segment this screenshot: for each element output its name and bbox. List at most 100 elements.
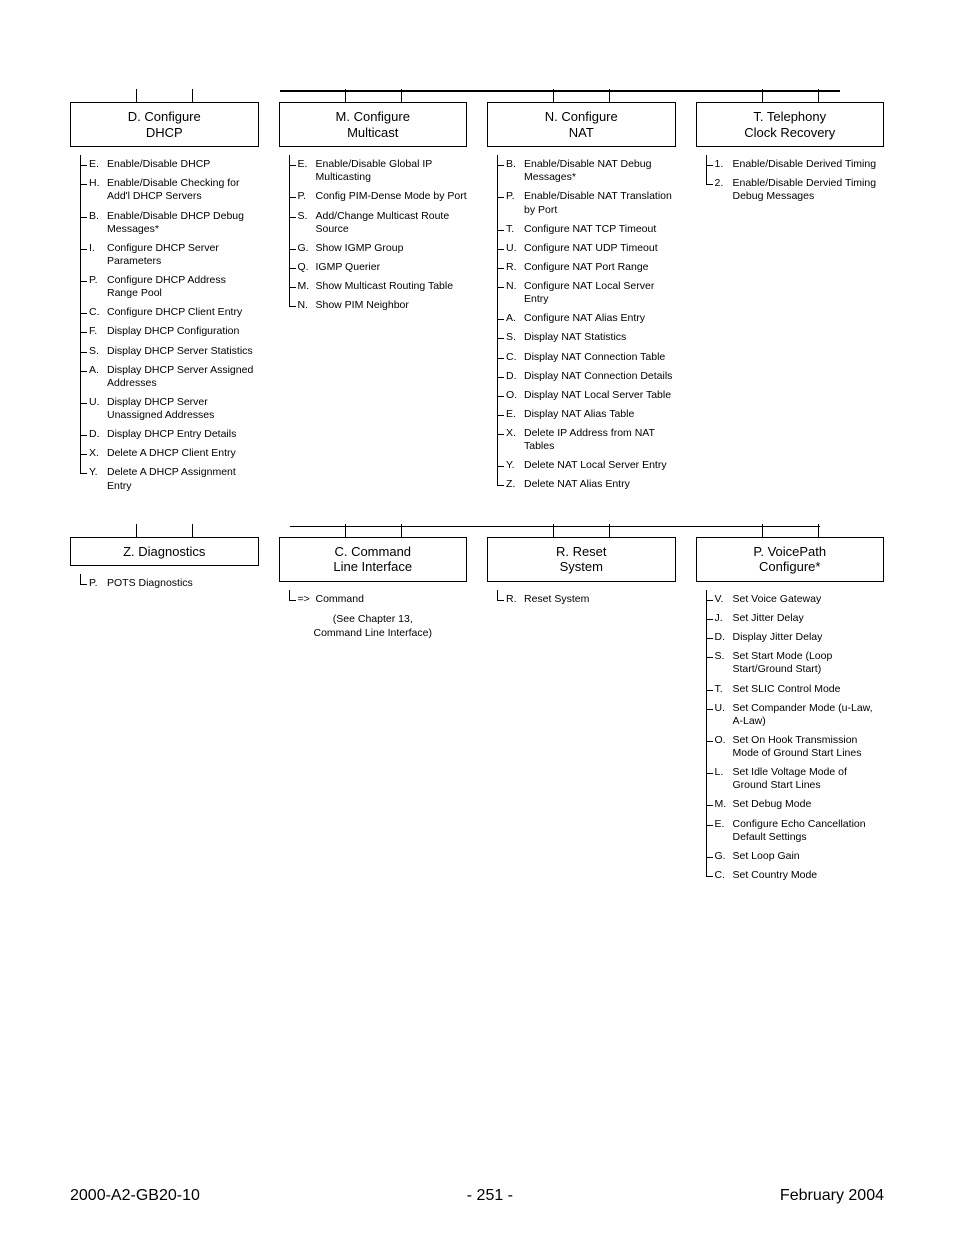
- menu-item-text: Display DHCP Configuration: [107, 325, 259, 338]
- menu-column: P. VoicePathConfigure* V.Set Voice Gatewa…: [696, 537, 885, 885]
- menu-item: V.Set Voice Gateway: [707, 590, 885, 609]
- menu-item: D.Display DHCP Entry Details: [81, 425, 259, 444]
- menu-item-key: N.: [506, 280, 520, 306]
- menu-column: T. TelephonyClock Recovery1.Enable/Disab…: [696, 102, 885, 207]
- menu-item-key: G.: [298, 242, 312, 255]
- menu-item: P.Enable/Disable NAT Translation by Port: [498, 187, 676, 219]
- menu-item: P.Config PIM-Dense Mode by Port: [290, 187, 468, 206]
- menu-item-text: Delete NAT Local Server Entry: [524, 459, 676, 472]
- menu-header: T. TelephonyClock Recovery: [696, 102, 885, 147]
- menu-item-key: X.: [506, 427, 520, 453]
- menu-items: B.Enable/Disable NAT Debug Messages*P.En…: [497, 155, 676, 494]
- menu-item-key: A.: [89, 364, 103, 390]
- menu-item: O.Set On Hook Transmission Mode of Groun…: [707, 731, 885, 763]
- menu-item-text: Configure DHCP Client Entry: [107, 306, 259, 319]
- menu-item: G. Show IGMP Group: [290, 239, 468, 258]
- menu-item: J.Set Jitter Delay: [707, 609, 885, 628]
- menu-item-key: E.: [89, 158, 103, 171]
- menu-item-key: P.: [298, 190, 312, 203]
- menu-item: C.Display NAT Connection Table: [498, 348, 676, 367]
- page-footer: 2000-A2-GB20-10 - 251 - February 2004: [70, 1187, 884, 1205]
- menu-item: A.Configure NAT Alias Entry: [498, 309, 676, 328]
- mid-rule: [290, 526, 820, 527]
- menu-item-text: Display DHCP Server Assigned Addresses: [107, 364, 259, 390]
- menu-item-key: S.: [715, 650, 729, 676]
- menu-note: (See Chapter 13,Command Line Interface): [279, 613, 468, 640]
- menu-item-text: Enable/Disable Derived Timing: [733, 158, 885, 171]
- menu-item-key: Z.: [506, 478, 520, 491]
- menu-item-key: D.: [89, 428, 103, 441]
- menu-item: E.Configure Echo Cancellation Default Se…: [707, 815, 885, 847]
- menu-column: M. ConfigureMulticastE.Enable/Disable Gl…: [279, 102, 468, 315]
- menu-item-text: Display Jitter Delay: [733, 631, 885, 644]
- menu-item-key: R.: [506, 593, 520, 606]
- menu-item-key: U.: [715, 702, 729, 728]
- menu-item: M.Set Debug Mode: [707, 795, 885, 814]
- menu-item: Z.Delete NAT Alias Entry: [498, 475, 676, 494]
- menu-item-key: P.: [89, 274, 103, 300]
- menu-item-text: Enable/Disable NAT Translation by Port: [524, 190, 676, 216]
- menu-item: Q.IGMP Querier: [290, 258, 468, 277]
- menu-item: R.Reset System: [498, 590, 676, 609]
- menu-header: M. ConfigureMulticast: [279, 102, 468, 147]
- menu-item-text: Delete IP Address from NAT Tables: [524, 427, 676, 453]
- menu-item: S.Display DHCP Server Statistics: [81, 342, 259, 361]
- menu-item-text: Set On Hook Transmission Mode of Ground …: [733, 734, 885, 760]
- menu-item-text: Configure NAT UDP Timeout: [524, 242, 676, 255]
- menu-item-key: P.: [506, 190, 520, 216]
- menu-item-key: J.: [715, 612, 729, 625]
- menu-item-text: Set Country Mode: [733, 869, 885, 882]
- menu-item-key: P.: [89, 577, 103, 590]
- menu-item: B.Enable/Disable DHCP Debug Messages*: [81, 207, 259, 239]
- menu-item: H.Enable/Disable Checking for Add'l DHCP…: [81, 174, 259, 206]
- menu-item-key: E.: [506, 408, 520, 421]
- menu-item-key: X.: [89, 447, 103, 460]
- menu-item: P.Configure DHCP Address Range Pool: [81, 271, 259, 303]
- menu-item: N.Show PIM Neighbor: [290, 296, 468, 315]
- menu-item: U. Configure NAT UDP Timeout: [498, 239, 676, 258]
- menu-item-text: Show Multicast Routing Table: [316, 280, 468, 293]
- menu-item: U.Set Compander Mode (u-Law, A-Law): [707, 699, 885, 731]
- menu-item-text: Add/Change Multicast Route Source: [316, 210, 468, 236]
- menu-item-key: I.: [89, 242, 103, 268]
- menu-item-text: Show PIM Neighbor: [316, 299, 468, 312]
- menu-item-text: Display NAT Statistics: [524, 331, 676, 344]
- footer-page: - 251 -: [467, 1187, 513, 1205]
- menu-item-key: S.: [298, 210, 312, 236]
- menu-item: N.Configure NAT Local Server Entry: [498, 277, 676, 309]
- menu-item: R.Configure NAT Port Range: [498, 258, 676, 277]
- menu-row-1: D. ConfigureDHCPE.Enable/Disable DHCPH.E…: [70, 102, 884, 496]
- menu-item-text: Enable/Disable DHCP: [107, 158, 259, 171]
- menu-item: A.Display DHCP Server Assigned Addresses: [81, 361, 259, 393]
- menu-item-key: S.: [506, 331, 520, 344]
- menu-item-text: Configure DHCP Server Parameters: [107, 242, 259, 268]
- menu-item-text: Configure NAT Local Server Entry: [524, 280, 676, 306]
- menu-item-text: Display NAT Alias Table: [524, 408, 676, 421]
- menu-item-text: Show IGMP Group: [316, 242, 468, 255]
- menu-item: S. Display NAT Statistics: [498, 328, 676, 347]
- menu-item-text: Configure Echo Cancellation Default Sett…: [733, 818, 885, 844]
- menu-item: S.Add/Change Multicast Route Source: [290, 207, 468, 239]
- menu-item-text: Set Idle Voltage Mode of Ground Start Li…: [733, 766, 885, 792]
- menu-item-key: 2.: [715, 177, 729, 203]
- menu-header: N. ConfigureNAT: [487, 102, 676, 147]
- menu-item: Y.Delete A DHCP Assignment Entry: [81, 463, 259, 495]
- footer-date: February 2004: [780, 1187, 884, 1205]
- menu-header: P. VoicePathConfigure*: [696, 537, 885, 582]
- menu-item-key: U.: [506, 242, 520, 255]
- menu-item-key: B.: [89, 210, 103, 236]
- menu-item: X.Delete IP Address from NAT Tables: [498, 424, 676, 456]
- menu-item: E. Display NAT Alias Table: [498, 405, 676, 424]
- top-rule: [280, 90, 840, 92]
- menu-item-text: Display DHCP Server Statistics: [107, 345, 259, 358]
- menu-item-text: Display NAT Connection Details: [524, 370, 676, 383]
- menu-item-key: G.: [715, 850, 729, 863]
- menu-item-key: M.: [715, 798, 729, 811]
- menu-item-text: Configure DHCP Address Range Pool: [107, 274, 259, 300]
- menu-item: S.Set Start Mode (Loop Start/Ground Star…: [707, 647, 885, 679]
- menu-item-key: D.: [715, 631, 729, 644]
- menu-item: U.Display DHCP Server Unassigned Address…: [81, 393, 259, 425]
- menu-item-key: =>: [298, 593, 312, 606]
- menu-item-key: A.: [506, 312, 520, 325]
- menu-item: L.Set Idle Voltage Mode of Ground Start …: [707, 763, 885, 795]
